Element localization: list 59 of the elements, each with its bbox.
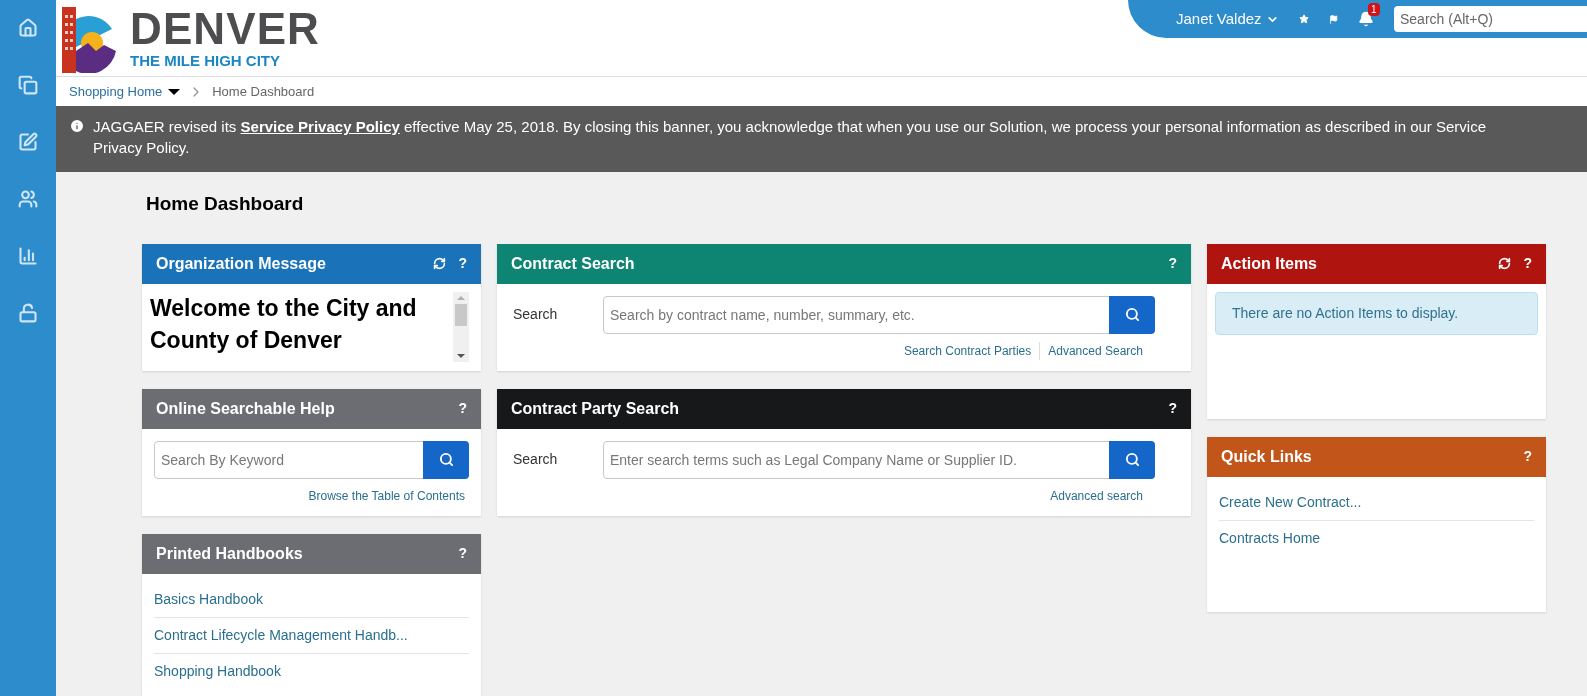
search-link[interactable]: Advanced Search — [1039, 341, 1143, 360]
logo-tagline: THE MILE HIGH CITY — [130, 50, 281, 71]
panel-link[interactable]: Create New Contract... — [1219, 484, 1534, 521]
breadcrumb-current: Home Dashboard — [212, 82, 315, 101]
panel-title: Organization Message — [156, 253, 326, 274]
search-label: Search — [513, 305, 559, 324]
panel-link[interactable]: Basics Handbook — [154, 581, 469, 618]
breadcrumb-menu[interactable]: Shopping Home — [69, 81, 181, 102]
contents-link[interactable]: Browse the Table of Contents — [308, 486, 465, 505]
users-icon[interactable] — [18, 189, 38, 209]
help-link[interactable]: ? — [458, 398, 467, 419]
search-button[interactable] — [423, 440, 469, 479]
search-icon — [438, 452, 454, 467]
city-logo-icon — [62, 7, 118, 73]
privacy-policy-link[interactable]: Service Privacy Policy — [240, 118, 400, 135]
panel-title: Contract Search — [511, 253, 635, 274]
search-button[interactable] — [1109, 295, 1155, 334]
page-title: Home Dashboard — [145, 192, 305, 216]
welcome-message: Welcome to the City and County of Denver — [150, 293, 418, 355]
home-icon[interactable] — [18, 18, 38, 38]
edit-icon[interactable] — [18, 132, 38, 152]
notification-badge: 1 — [1368, 3, 1380, 16]
refresh-icon[interactable] — [433, 257, 447, 270]
panel-link[interactable]: Shopping Handbook — [154, 653, 469, 689]
panel-title: Printed Handbooks — [156, 543, 303, 564]
panel-title: Action Items — [1221, 253, 1317, 274]
help-link[interactable]: ? — [1168, 398, 1177, 419]
help-link[interactable]: ? — [458, 543, 467, 564]
help-link[interactable]: ? — [1168, 253, 1177, 274]
refresh-icon[interactable] — [1498, 257, 1512, 270]
bell-icon[interactable] — [1358, 11, 1374, 27]
info-icon — [69, 118, 85, 134]
panel-link[interactable]: Contracts Home — [1219, 520, 1534, 556]
search-field[interactable]: Enter search terms such as Legal Company Name or Supplier ID. — [603, 440, 1110, 479]
panel-title: Contract Party Search — [511, 398, 680, 419]
unlock-icon[interactable] — [18, 303, 38, 323]
scrollbar[interactable] — [453, 291, 469, 362]
keyword-search-field[interactable]: Search By Keyword — [154, 440, 424, 479]
search-icon — [1124, 452, 1140, 467]
help-link[interactable]: ? — [458, 253, 467, 274]
search-label: Search — [513, 450, 559, 469]
search-link[interactable]: Search Contract Parties — [903, 341, 1032, 360]
panel-title: Online Searchable Help — [156, 398, 335, 419]
panel-link[interactable]: Contract Lifecycle Management Handb... — [154, 617, 469, 654]
logo-title: DENVER — [130, 7, 320, 50]
search-link[interactable]: Advanced search — [1050, 486, 1143, 505]
help-link[interactable]: ? — [1523, 446, 1532, 467]
help-link[interactable]: ? — [1523, 253, 1532, 274]
user-menu[interactable]: Janet Valdez — [1176, 7, 1279, 31]
documents-icon[interactable] — [18, 75, 38, 95]
search-icon — [1124, 307, 1140, 322]
global-search-field[interactable]: Search (Alt+Q) — [1394, 6, 1587, 32]
empty-notice: There are no Action Items to display. — [1215, 291, 1538, 335]
bar-chart-icon[interactable] — [18, 246, 38, 266]
search-field[interactable]: Search by contract name, number, summary, etc. — [603, 295, 1110, 334]
search-button[interactable] — [1109, 440, 1155, 479]
caret-icon — [168, 88, 181, 95]
banner-text: JAGGAER revised its Service Privacy Policy effective May 25, 2018. By closing this banner, you acknowledge that when you use our Solution, we process your personal information as described in our Service Privacy Policy. — [93, 117, 1487, 158]
panel-title: Quick Links — [1221, 446, 1312, 467]
